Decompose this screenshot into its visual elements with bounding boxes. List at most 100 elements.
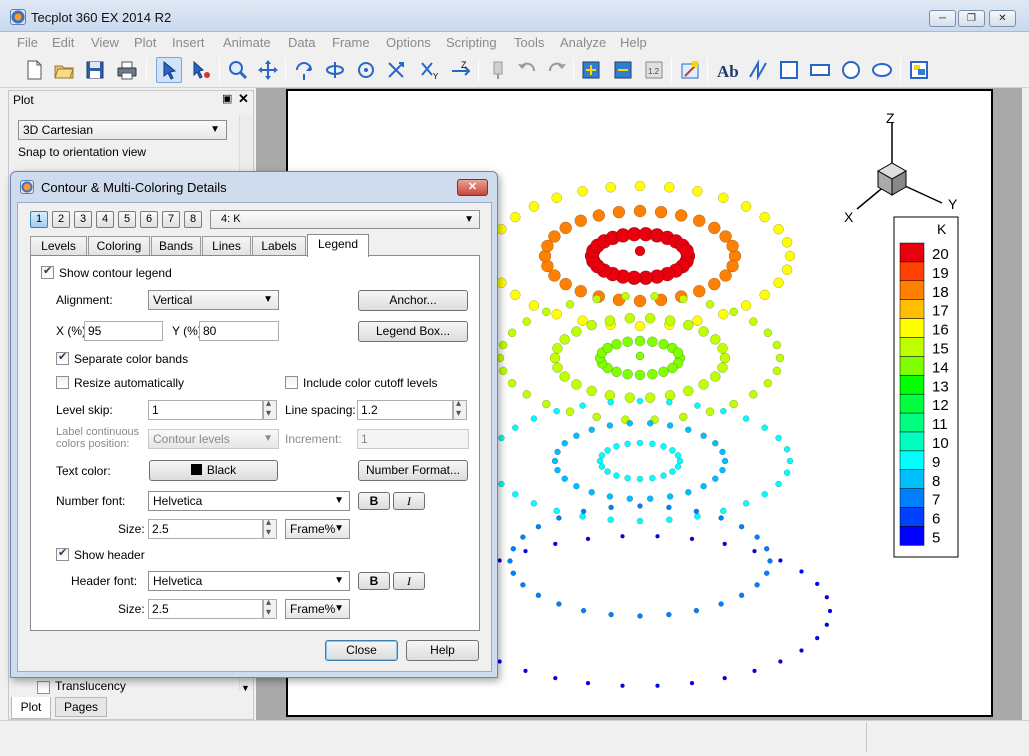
header-bold-button[interactable]: B — [358, 572, 390, 590]
close-panel-icon[interactable]: ✕ — [238, 91, 249, 107]
rollerball-rotate-icon[interactable] — [353, 57, 379, 83]
menu-plot[interactable]: Plot — [134, 34, 156, 52]
include-cutoff-checkbox[interactable] — [285, 376, 298, 389]
ellipse-icon[interactable] — [869, 57, 895, 83]
chevron-down-icon[interactable]: ▼ — [241, 683, 250, 693]
level-skip-input[interactable]: 1 — [148, 400, 263, 420]
twist-icon[interactable] — [383, 57, 409, 83]
contour-group-tab-5[interactable]: 5 — [118, 211, 136, 228]
rectangle-icon[interactable] — [807, 57, 833, 83]
pin-icon[interactable]: ▣ — [222, 92, 232, 105]
probe-icon[interactable] — [485, 57, 511, 83]
header-italic-button[interactable]: I — [393, 572, 425, 590]
rotate-x-icon[interactable]: Y — [416, 57, 442, 83]
rotate-z-icon[interactable]: Z — [447, 57, 473, 83]
y-percent-input[interactable]: 80 — [199, 321, 279, 341]
frame-icon[interactable] — [906, 57, 932, 83]
header-size-unit-select[interactable]: Frame% ▼ — [285, 599, 350, 619]
contour-group-tab-4[interactable]: 4 — [96, 211, 114, 228]
tab-plot[interactable]: Plot — [11, 697, 51, 719]
translucency-checkbox[interactable] — [37, 681, 50, 694]
show-header-checkbox[interactable] — [56, 546, 69, 561]
header-size-spinner[interactable] — [263, 597, 277, 619]
restore-button[interactable]: ❐ — [958, 10, 985, 27]
text-color-button[interactable]: Black — [149, 460, 278, 481]
show-contour-legend-checkbox[interactable] — [41, 264, 54, 279]
tab-levels[interactable]: Levels — [30, 236, 87, 255]
menu-tools[interactable]: Tools — [514, 34, 544, 52]
contour-group-tab-1[interactable]: 1 — [30, 211, 48, 228]
slice-icon[interactable] — [677, 57, 703, 83]
contour-legend[interactable]: K 20 19 18 17 16 1514 13 12 11 10 9 8 7 6 5 — [893, 216, 959, 558]
tab-legend[interactable]: Legend — [307, 234, 369, 257]
line-spacing-input[interactable]: 1.2 — [357, 400, 453, 420]
tab-coloring[interactable]: Coloring — [88, 236, 150, 255]
select-arrow-icon[interactable] — [156, 57, 182, 83]
number-format-button[interactable]: Number Format... — [358, 460, 468, 481]
legend-box-button[interactable]: Legend Box... — [358, 321, 468, 342]
tab-labels[interactable]: Labels — [252, 236, 306, 255]
close-button[interactable]: Close — [325, 640, 398, 661]
anchor-button[interactable]: Anchor... — [358, 290, 468, 311]
close-window-button[interactable]: ✕ — [989, 10, 1016, 27]
contour-group-tab-8[interactable]: 8 — [184, 211, 202, 228]
contour-variable-select[interactable]: 4: K ▼ — [210, 210, 480, 229]
menu-help[interactable]: Help — [620, 34, 647, 52]
header-size-input[interactable]: 2.5 — [148, 599, 263, 619]
open-file-icon[interactable] — [51, 57, 77, 83]
number-size-input[interactable]: 2.5 — [148, 519, 263, 539]
plot-type-select[interactable]: 3D Cartesian ▼ — [18, 120, 227, 140]
level-skip-spinner[interactable] — [263, 398, 277, 420]
increment-input[interactable]: 1 — [357, 429, 469, 449]
menu-scripting[interactable]: Scripting — [446, 34, 497, 52]
number-size-unit-select[interactable]: Frame% ▼ — [285, 519, 350, 539]
label-continuous-select[interactable]: Contour levels ▼ — [148, 429, 279, 449]
contour-group-tab-3[interactable]: 3 — [74, 211, 92, 228]
header-font-select[interactable]: Helvetica ▼ — [148, 571, 350, 591]
add-zone-icon[interactable] — [578, 57, 604, 83]
tab-lines[interactable]: Lines — [202, 236, 251, 255]
menu-analyze[interactable]: Analyze — [560, 34, 606, 52]
x-percent-input[interactable]: 95 — [84, 321, 163, 341]
contour-group-tab-2[interactable]: 2 — [52, 211, 70, 228]
menu-frame[interactable]: Frame — [332, 34, 370, 52]
number-bold-button[interactable]: B — [358, 492, 390, 510]
number-font-select[interactable]: Helvetica ▼ — [148, 491, 350, 511]
tab-pages[interactable]: Pages — [55, 697, 107, 717]
undo-icon[interactable] — [514, 57, 540, 83]
spherical-rotate-icon[interactable] — [322, 57, 348, 83]
zoom-icon[interactable] — [225, 57, 251, 83]
value-blanking-icon[interactable]: 1.2 — [641, 57, 667, 83]
polyline-icon[interactable] — [745, 57, 771, 83]
square-icon[interactable] — [776, 57, 802, 83]
minimize-button[interactable]: ─ — [929, 10, 956, 27]
number-size-spinner[interactable] — [263, 517, 277, 539]
rotate-icon[interactable] — [291, 57, 317, 83]
dialog-close-icon[interactable]: ✕ — [457, 179, 488, 196]
redo-icon[interactable] — [544, 57, 570, 83]
print-icon[interactable] — [114, 57, 140, 83]
tab-bands[interactable]: Bands — [151, 236, 201, 255]
help-button[interactable]: Help — [406, 640, 479, 661]
menu-options[interactable]: Options — [386, 34, 431, 52]
menu-file[interactable]: File — [17, 34, 38, 52]
adjustor-icon[interactable] — [188, 57, 214, 83]
line-spacing-spinner[interactable] — [453, 398, 467, 420]
resize-automatically-checkbox[interactable] — [56, 376, 69, 389]
menu-insert[interactable]: Insert — [172, 34, 205, 52]
menu-animate[interactable]: Animate — [223, 34, 271, 52]
alignment-select[interactable]: Vertical ▼ — [148, 290, 279, 310]
circle-icon[interactable] — [838, 57, 864, 83]
save-icon[interactable] — [82, 57, 108, 83]
menu-data[interactable]: Data — [288, 34, 315, 52]
delete-zone-icon[interactable] — [610, 57, 636, 83]
new-file-icon[interactable] — [21, 57, 47, 83]
translate-icon[interactable] — [255, 57, 281, 83]
menu-edit[interactable]: Edit — [52, 34, 74, 52]
text-icon[interactable]: Ab — [714, 57, 740, 83]
menu-view[interactable]: View — [91, 34, 119, 52]
contour-group-tab-7[interactable]: 7 — [162, 211, 180, 228]
separate-color-bands-checkbox[interactable] — [56, 350, 69, 365]
number-italic-button[interactable]: I — [393, 492, 425, 510]
contour-group-tab-6[interactable]: 6 — [140, 211, 158, 228]
